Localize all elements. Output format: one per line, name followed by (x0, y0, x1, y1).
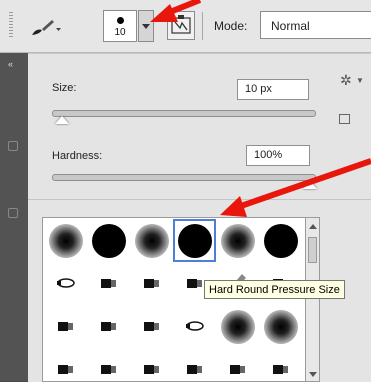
flat-tip-icon (87, 348, 130, 381)
flat-tip-icon (173, 348, 216, 381)
brush-preset-airbrush[interactable] (173, 305, 216, 348)
brush-preset-soft-round[interactable] (216, 305, 259, 348)
soft-round-tip-icon (49, 224, 83, 258)
brush-preset-flat[interactable] (259, 348, 302, 381)
airbrush-tip-icon (44, 262, 87, 308)
size-slider[interactable] (52, 110, 316, 117)
preset-tooltip: Hard Round Pressure Size (204, 280, 345, 299)
brush-preset-soft-round[interactable] (216, 219, 259, 262)
mode-label: Mode: (214, 19, 248, 33)
toolbar-separator (202, 12, 203, 40)
brush-size-preview: 10 (114, 27, 126, 38)
collapsed-panel-strip: « (0, 53, 29, 381)
flat-tip-icon (44, 348, 87, 381)
hardness-slider[interactable] (52, 174, 316, 181)
expand-panels-icon[interactable]: « (8, 59, 22, 69)
soft-round-tip-icon (135, 224, 169, 258)
chevron-down-icon: ▼ (356, 76, 364, 85)
new-preset-icon[interactable] (339, 114, 350, 124)
hardness-slider-thumb[interactable] (303, 181, 317, 189)
brush-preset-airbrush[interactable] (44, 262, 87, 305)
airbrush-tip-icon (173, 305, 216, 351)
gear-icon[interactable]: ✲ (340, 72, 352, 89)
flat-tip-icon (130, 262, 173, 308)
flat-tip-icon (130, 305, 173, 351)
brush-preset-hard-round[interactable] (259, 219, 302, 262)
scroll-up-icon[interactable] (309, 224, 317, 229)
brush-preset-soft-round[interactable] (259, 305, 302, 348)
brush-preset-soft-round[interactable] (130, 219, 173, 262)
preset-grid-scrollbar[interactable] (306, 217, 320, 382)
brush-preset-dropdown-button[interactable] (138, 10, 154, 42)
brush-preset-flat[interactable]: 25 (173, 348, 216, 381)
flat-tip-icon (87, 305, 130, 351)
hard-round-tip-icon (178, 224, 212, 258)
brush-preset-flat[interactable] (87, 305, 130, 348)
brush-preset-flat[interactable] (87, 262, 130, 305)
brush-preset-flat[interactable] (130, 262, 173, 305)
brush-icon[interactable] (30, 14, 64, 38)
flat-tip-icon (216, 348, 259, 381)
flat-tip-icon (44, 305, 87, 351)
soft-round-tip-icon (221, 310, 255, 344)
toggle-brush-panel-button[interactable] (167, 11, 195, 40)
hardness-input[interactable]: 100% (246, 145, 310, 166)
brush-preset-flat[interactable]: 50 (216, 348, 259, 381)
blend-mode-select[interactable]: Normal (260, 11, 371, 39)
chevron-down-icon (142, 24, 150, 29)
brush-preset-grid: 2550 (42, 217, 306, 382)
brush-preset-hard-round[interactable] (173, 219, 216, 262)
panel-divider (28, 199, 371, 200)
flat-tip-icon (130, 348, 173, 381)
brush-panel-icon (171, 15, 191, 34)
size-input[interactable]: 10 px (237, 79, 309, 100)
hardness-label: Hardness: (52, 150, 103, 162)
size-slider-thumb[interactable] (55, 116, 70, 124)
flat-tip-icon (87, 262, 130, 308)
scroll-thumb[interactable] (308, 237, 317, 263)
soft-round-tip-icon (221, 224, 255, 258)
brush-preset-flat[interactable] (44, 305, 87, 348)
size-label: Size: (52, 82, 77, 94)
brush-tip-preview (117, 17, 124, 24)
brush-preset-flat[interactable] (130, 348, 173, 381)
panel-marker-icon (8, 208, 18, 218)
soft-round-tip-icon (264, 310, 298, 344)
scroll-down-icon[interactable] (309, 372, 317, 377)
brush-preset-flat[interactable] (130, 305, 173, 348)
hard-round-tip-icon (264, 224, 298, 258)
brush-preset-soft-round[interactable] (44, 219, 87, 262)
brush-preset-picker-panel: Size: 10 px ✲ ▼ Hardness: 100% 2550 (28, 53, 371, 382)
options-bar-grip[interactable] (9, 12, 13, 38)
flat-tip-icon (259, 348, 302, 381)
options-bar: 10 Mode: Normal (0, 0, 371, 53)
brush-preset-flat[interactable] (44, 348, 87, 381)
brush-preset-hard-round[interactable] (87, 219, 130, 262)
hard-round-tip-icon (92, 224, 126, 258)
brush-preset-flat[interactable] (87, 348, 130, 381)
brush-preset-picker[interactable]: 10 (103, 10, 137, 42)
panel-marker-icon (8, 141, 18, 151)
